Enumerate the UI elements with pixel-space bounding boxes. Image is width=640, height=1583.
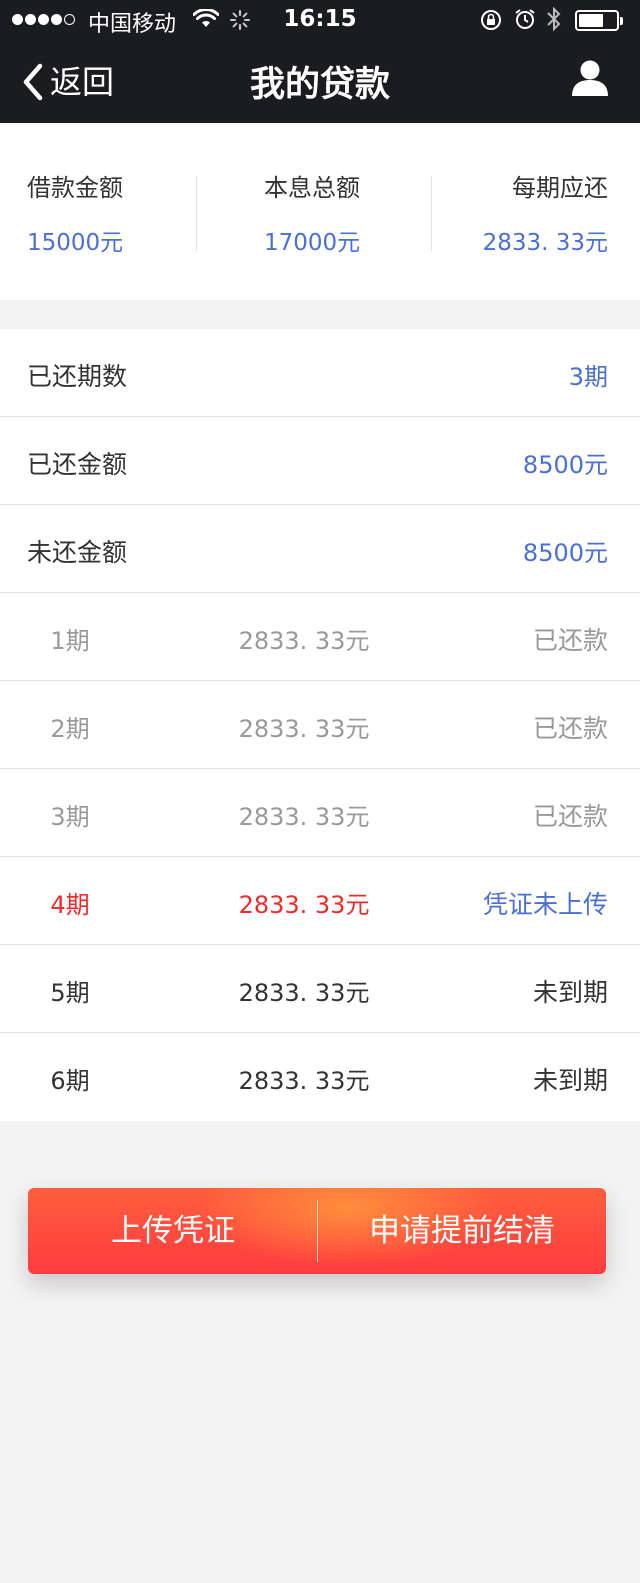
summary-value: 17000元 <box>264 230 361 256</box>
page-title: 我的贷款 <box>249 65 390 105</box>
period-row[interactable]: 2期 2833. 33元 已还款 <box>0 681 640 769</box>
period-amount: 2833. 33元 <box>238 715 370 743</box>
period-number: 4期 <box>50 891 90 919</box>
period-status-upload-link[interactable]: 凭证未上传 <box>483 885 608 921</box>
period-status: 已还款 <box>532 714 608 743</box>
stat-label: 已还金额 <box>27 450 128 479</box>
early-settlement-button[interactable]: 申请提前结清 <box>318 1188 606 1274</box>
period-row[interactable]: 4期 2833. 33元 凭证未上传 <box>0 857 640 945</box>
stat-label: 已还期数 <box>27 362 128 391</box>
summary-label: 每期应还 <box>512 174 608 202</box>
user-profile-icon[interactable] <box>570 58 610 98</box>
status-bar: 中国移动 16:15 <box>0 0 640 40</box>
stat-value: 8500元 <box>522 539 608 567</box>
summary-value: 15000元 <box>27 230 124 256</box>
battery-icon <box>575 10 623 31</box>
period-amount: 2833. 33元 <box>238 627 370 655</box>
stat-value: 3期 <box>568 363 608 391</box>
period-number: 2期 <box>50 715 90 743</box>
period-amount: 2833. 33元 <box>238 803 370 831</box>
stat-row-paid-amount: 已还金额 8500元 <box>0 417 640 505</box>
period-status: 未到期 <box>532 1066 608 1095</box>
period-row[interactable]: 6期 2833. 33元 未到期 <box>0 1033 640 1121</box>
period-amount: 2833. 33元 <box>238 891 370 919</box>
summary-value: 2833. 33元 <box>482 230 608 256</box>
period-status: 未到期 <box>532 978 608 1007</box>
period-amount: 2833. 33元 <box>238 979 370 1007</box>
period-number: 3期 <box>50 803 90 831</box>
period-number: 5期 <box>50 979 90 1007</box>
period-amount: 2833. 33元 <box>238 1067 370 1095</box>
summary-total-amount: 本息总额 17000元 <box>264 168 360 257</box>
summary-per-period: 每期应还 2833. 33元 <box>483 168 608 257</box>
period-row[interactable]: 5期 2833. 33元 未到期 <box>0 945 640 1033</box>
stat-label: 未还金额 <box>27 538 128 567</box>
nav-bar: 返回 我的贷款 <box>0 40 640 123</box>
period-row[interactable]: 3期 2833. 33元 已还款 <box>0 769 640 857</box>
action-bar: 上传凭证 申请提前结清 <box>28 1188 606 1274</box>
divider <box>196 176 197 251</box>
summary-label: 借款金额 <box>27 174 123 202</box>
rotation-lock-icon <box>481 10 501 30</box>
bluetooth-icon <box>547 6 561 32</box>
stat-row-paid-periods: 已还期数 3期 <box>0 329 640 417</box>
status-time: 16:15 <box>283 6 357 32</box>
alarm-icon <box>515 9 535 29</box>
period-number: 6期 <box>50 1067 90 1095</box>
repayment-list: 已还期数 3期 已还金额 8500元 未还金额 8500元 1期 2833. 3… <box>0 329 640 1121</box>
period-status: 已还款 <box>532 802 608 831</box>
period-status: 已还款 <box>532 626 608 655</box>
summary-loan-amount: 借款金额 15000元 <box>27 168 123 257</box>
period-number: 1期 <box>50 627 90 655</box>
divider <box>431 176 432 251</box>
upload-voucher-button[interactable]: 上传凭证 <box>28 1188 318 1274</box>
period-row[interactable]: 1期 2833. 33元 已还款 <box>0 593 640 681</box>
stat-value: 8500元 <box>522 451 608 479</box>
loan-summary: 借款金额 15000元 本息总额 17000元 每期应还 2833. 33元 <box>0 123 640 300</box>
summary-label: 本息总额 <box>264 174 360 202</box>
stat-row-unpaid-amount: 未还金额 8500元 <box>0 505 640 593</box>
